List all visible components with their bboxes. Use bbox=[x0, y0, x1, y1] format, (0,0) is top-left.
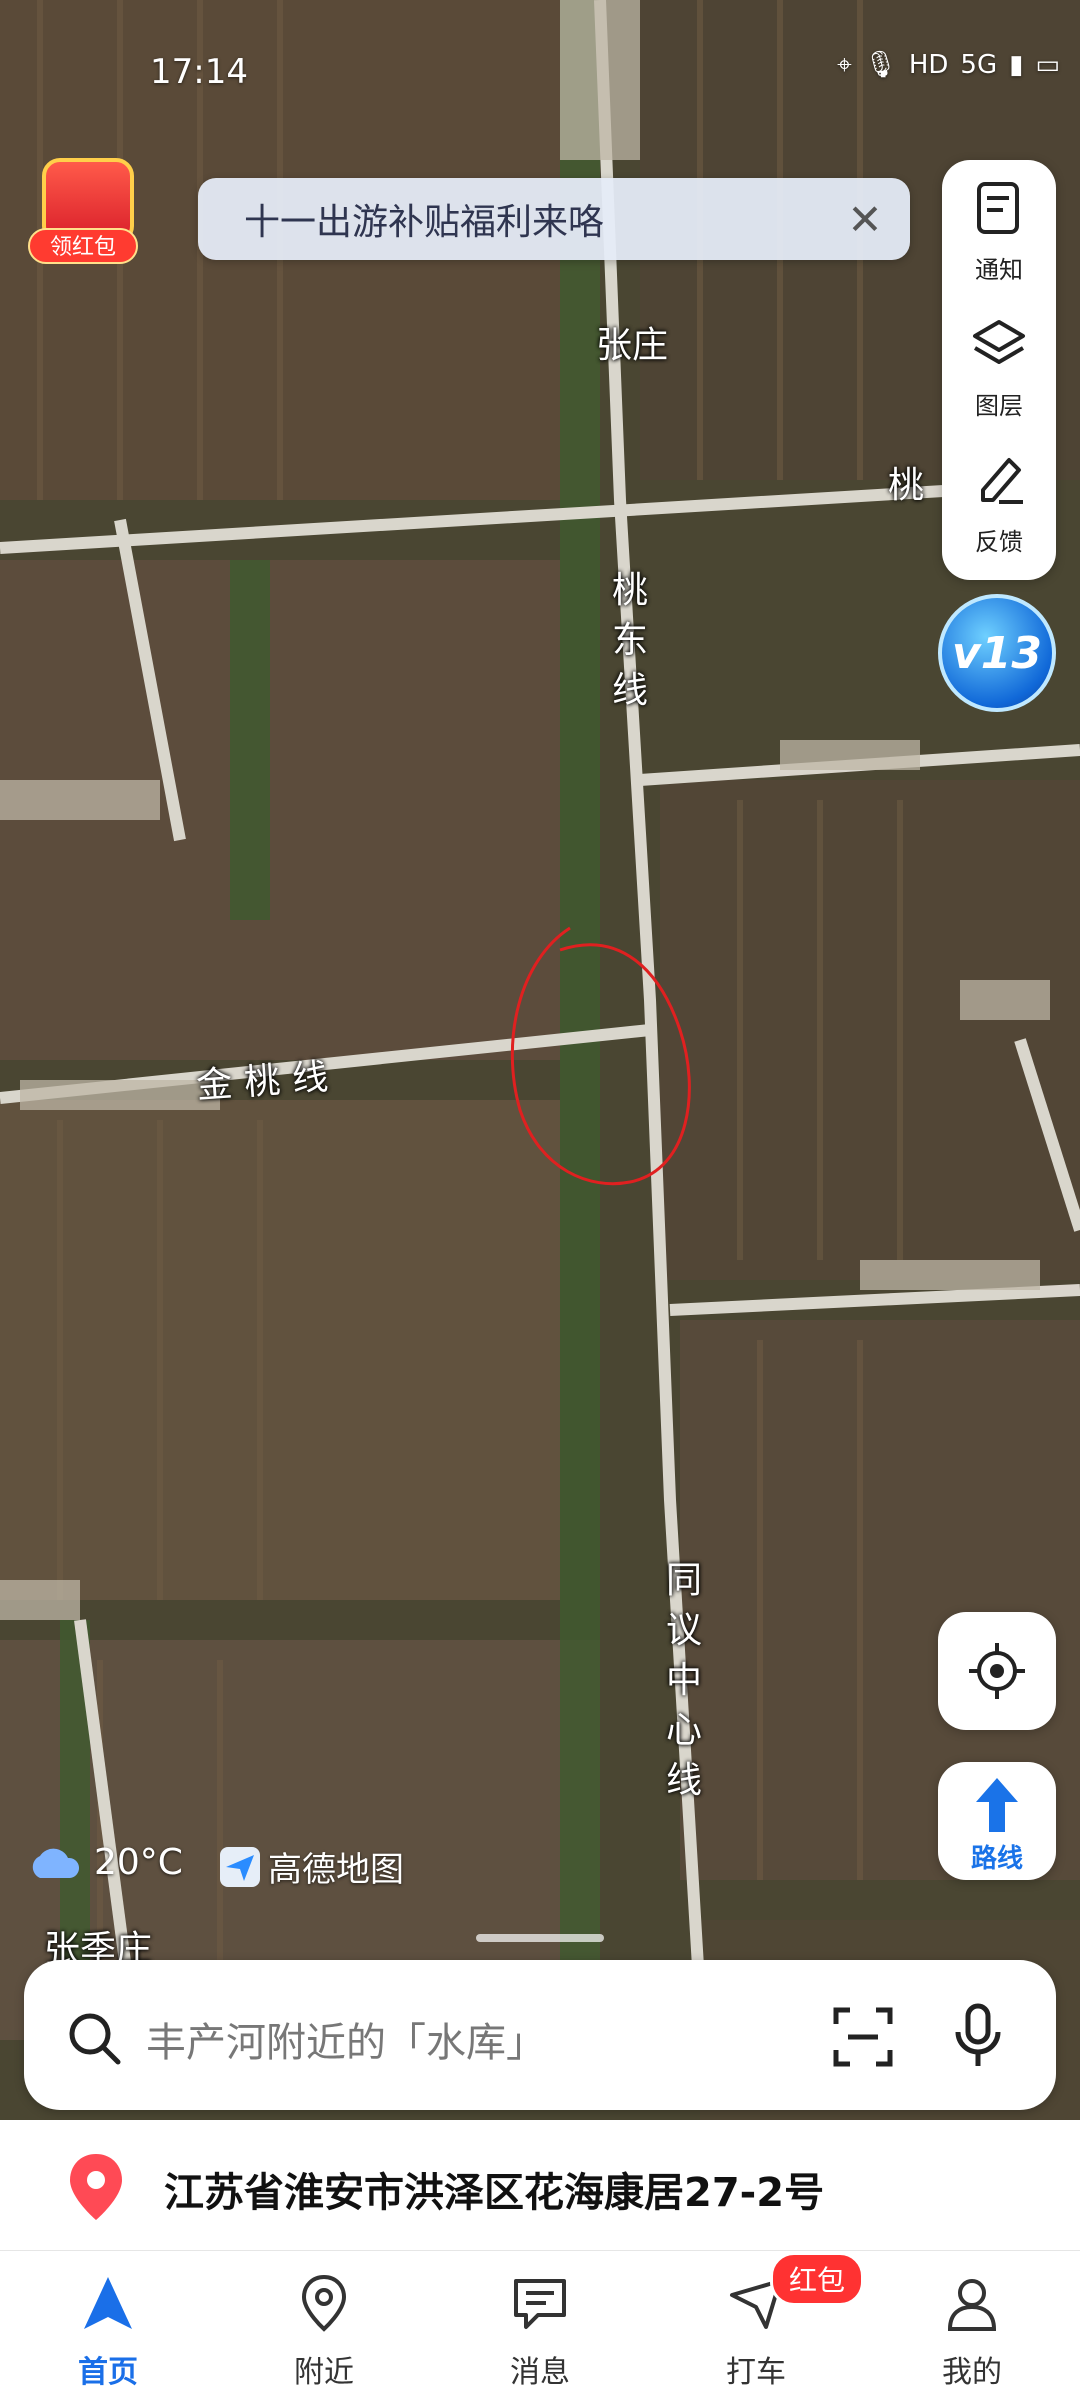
status-bar: 17:14 ⌖ 🎙 HD 5G ▮ ▭ bbox=[0, 0, 1080, 130]
map-label-tongyi: 同议中心线 bbox=[665, 1560, 702, 1801]
promo-banner[interactable]: 十一出游补贴福利来咯 ✕ bbox=[198, 178, 910, 260]
weather-widget[interactable]: 20°C bbox=[26, 1842, 183, 1883]
feedback-icon bbox=[981, 458, 1023, 504]
tab-taxi-label: 打车 bbox=[726, 2355, 786, 2390]
bottom-tab-bar: 首页 附近 消息 打车 我的 bbox=[0, 2250, 1080, 2401]
search-placeholder: 丰产河附近的「水库」 bbox=[146, 2020, 546, 2066]
nearby-icon bbox=[301, 2274, 347, 2332]
battery-icon: ▭ bbox=[1035, 50, 1060, 80]
status-time: 17:14 bbox=[150, 52, 248, 92]
tab-messages-label: 消息 bbox=[510, 2355, 570, 2390]
mic-icon: 🎙 bbox=[863, 50, 897, 80]
red-packet-promo[interactable]: 领红包 bbox=[28, 150, 138, 264]
map-label-tao: 桃 bbox=[888, 465, 925, 506]
red-packet-label: 领红包 bbox=[28, 228, 138, 264]
message-icon bbox=[514, 2279, 566, 2329]
brand-logo: 高德地图 bbox=[220, 1842, 404, 1891]
tab-messages[interactable]: 消息 bbox=[432, 2251, 648, 2401]
layers-button[interactable]: 图层 bbox=[942, 296, 1056, 426]
tab-home[interactable]: 首页 bbox=[0, 2251, 216, 2401]
amap-logo-icon bbox=[220, 1846, 260, 1887]
location-icon: ⌖ bbox=[837, 50, 852, 80]
feedback-label: 反馈 bbox=[975, 528, 1023, 556]
brand-name: 高德地图 bbox=[268, 1850, 404, 1890]
drag-handle[interactable] bbox=[476, 1934, 604, 1942]
map-label-jintao: 金桃线 bbox=[194, 1056, 342, 1107]
tab-nearby-label: 附近 bbox=[294, 2355, 354, 2390]
banner-text: 十一出游补贴福利来咯 bbox=[244, 202, 605, 243]
close-icon[interactable]: ✕ bbox=[820, 178, 910, 260]
notice-button[interactable]: 通知 bbox=[942, 160, 1056, 290]
cloud-icon bbox=[32, 1848, 80, 1878]
current-address-row[interactable]: 江苏省淮安市洪泽区花海康居27-2号 bbox=[0, 2120, 1080, 2250]
version-badge[interactable]: v13 bbox=[938, 594, 1056, 712]
voice-mic-icon[interactable] bbox=[952, 2002, 1004, 2070]
notice-icon bbox=[977, 182, 1019, 234]
route-label: 路线 bbox=[970, 1844, 1023, 1874]
layers-icon bbox=[973, 320, 1025, 364]
tab-home-label: 首页 bbox=[78, 2355, 138, 2390]
map-label-taodong: 桃东线 bbox=[611, 570, 648, 711]
feedback-button[interactable]: 反馈 bbox=[942, 432, 1056, 562]
temperature: 20°C bbox=[94, 1842, 183, 1883]
map-label-zhangzhuang: 张庄 bbox=[596, 325, 669, 366]
tab-profile[interactable]: 我的 bbox=[864, 2251, 1080, 2401]
notice-label: 通知 bbox=[975, 256, 1023, 284]
route-arrow-icon bbox=[976, 1778, 1018, 1832]
navigate-icon bbox=[84, 2277, 132, 2329]
map-tools-panel: 通知 图层 反馈 bbox=[942, 160, 1056, 580]
route-button[interactable]: 路线 bbox=[938, 1762, 1056, 1880]
locate-button[interactable] bbox=[938, 1612, 1056, 1730]
scan-icon[interactable] bbox=[832, 2006, 894, 2068]
signal-icon: ▮ bbox=[1009, 50, 1024, 80]
tab-profile-label: 我的 bbox=[942, 2355, 1002, 2390]
locate-icon bbox=[969, 1643, 1025, 1699]
hd-label: HD bbox=[908, 50, 949, 80]
current-address: 江苏省淮安市洪泽区花海康居27-2号 bbox=[164, 2170, 825, 2216]
status-icons: ⌖ 🎙 HD 5G ▮ ▭ bbox=[837, 50, 1060, 81]
location-pin-icon bbox=[70, 2154, 122, 2220]
search-bar[interactable]: 丰产河附近的「水库」 bbox=[24, 1960, 1056, 2110]
taxi-red-packet-badge: 红包 bbox=[770, 2252, 865, 2306]
profile-icon bbox=[947, 2279, 997, 2331]
network-label: 5G bbox=[960, 50, 998, 80]
layers-label: 图层 bbox=[975, 392, 1023, 420]
search-icon bbox=[69, 2013, 121, 2065]
tab-nearby[interactable]: 附近 bbox=[216, 2251, 432, 2401]
